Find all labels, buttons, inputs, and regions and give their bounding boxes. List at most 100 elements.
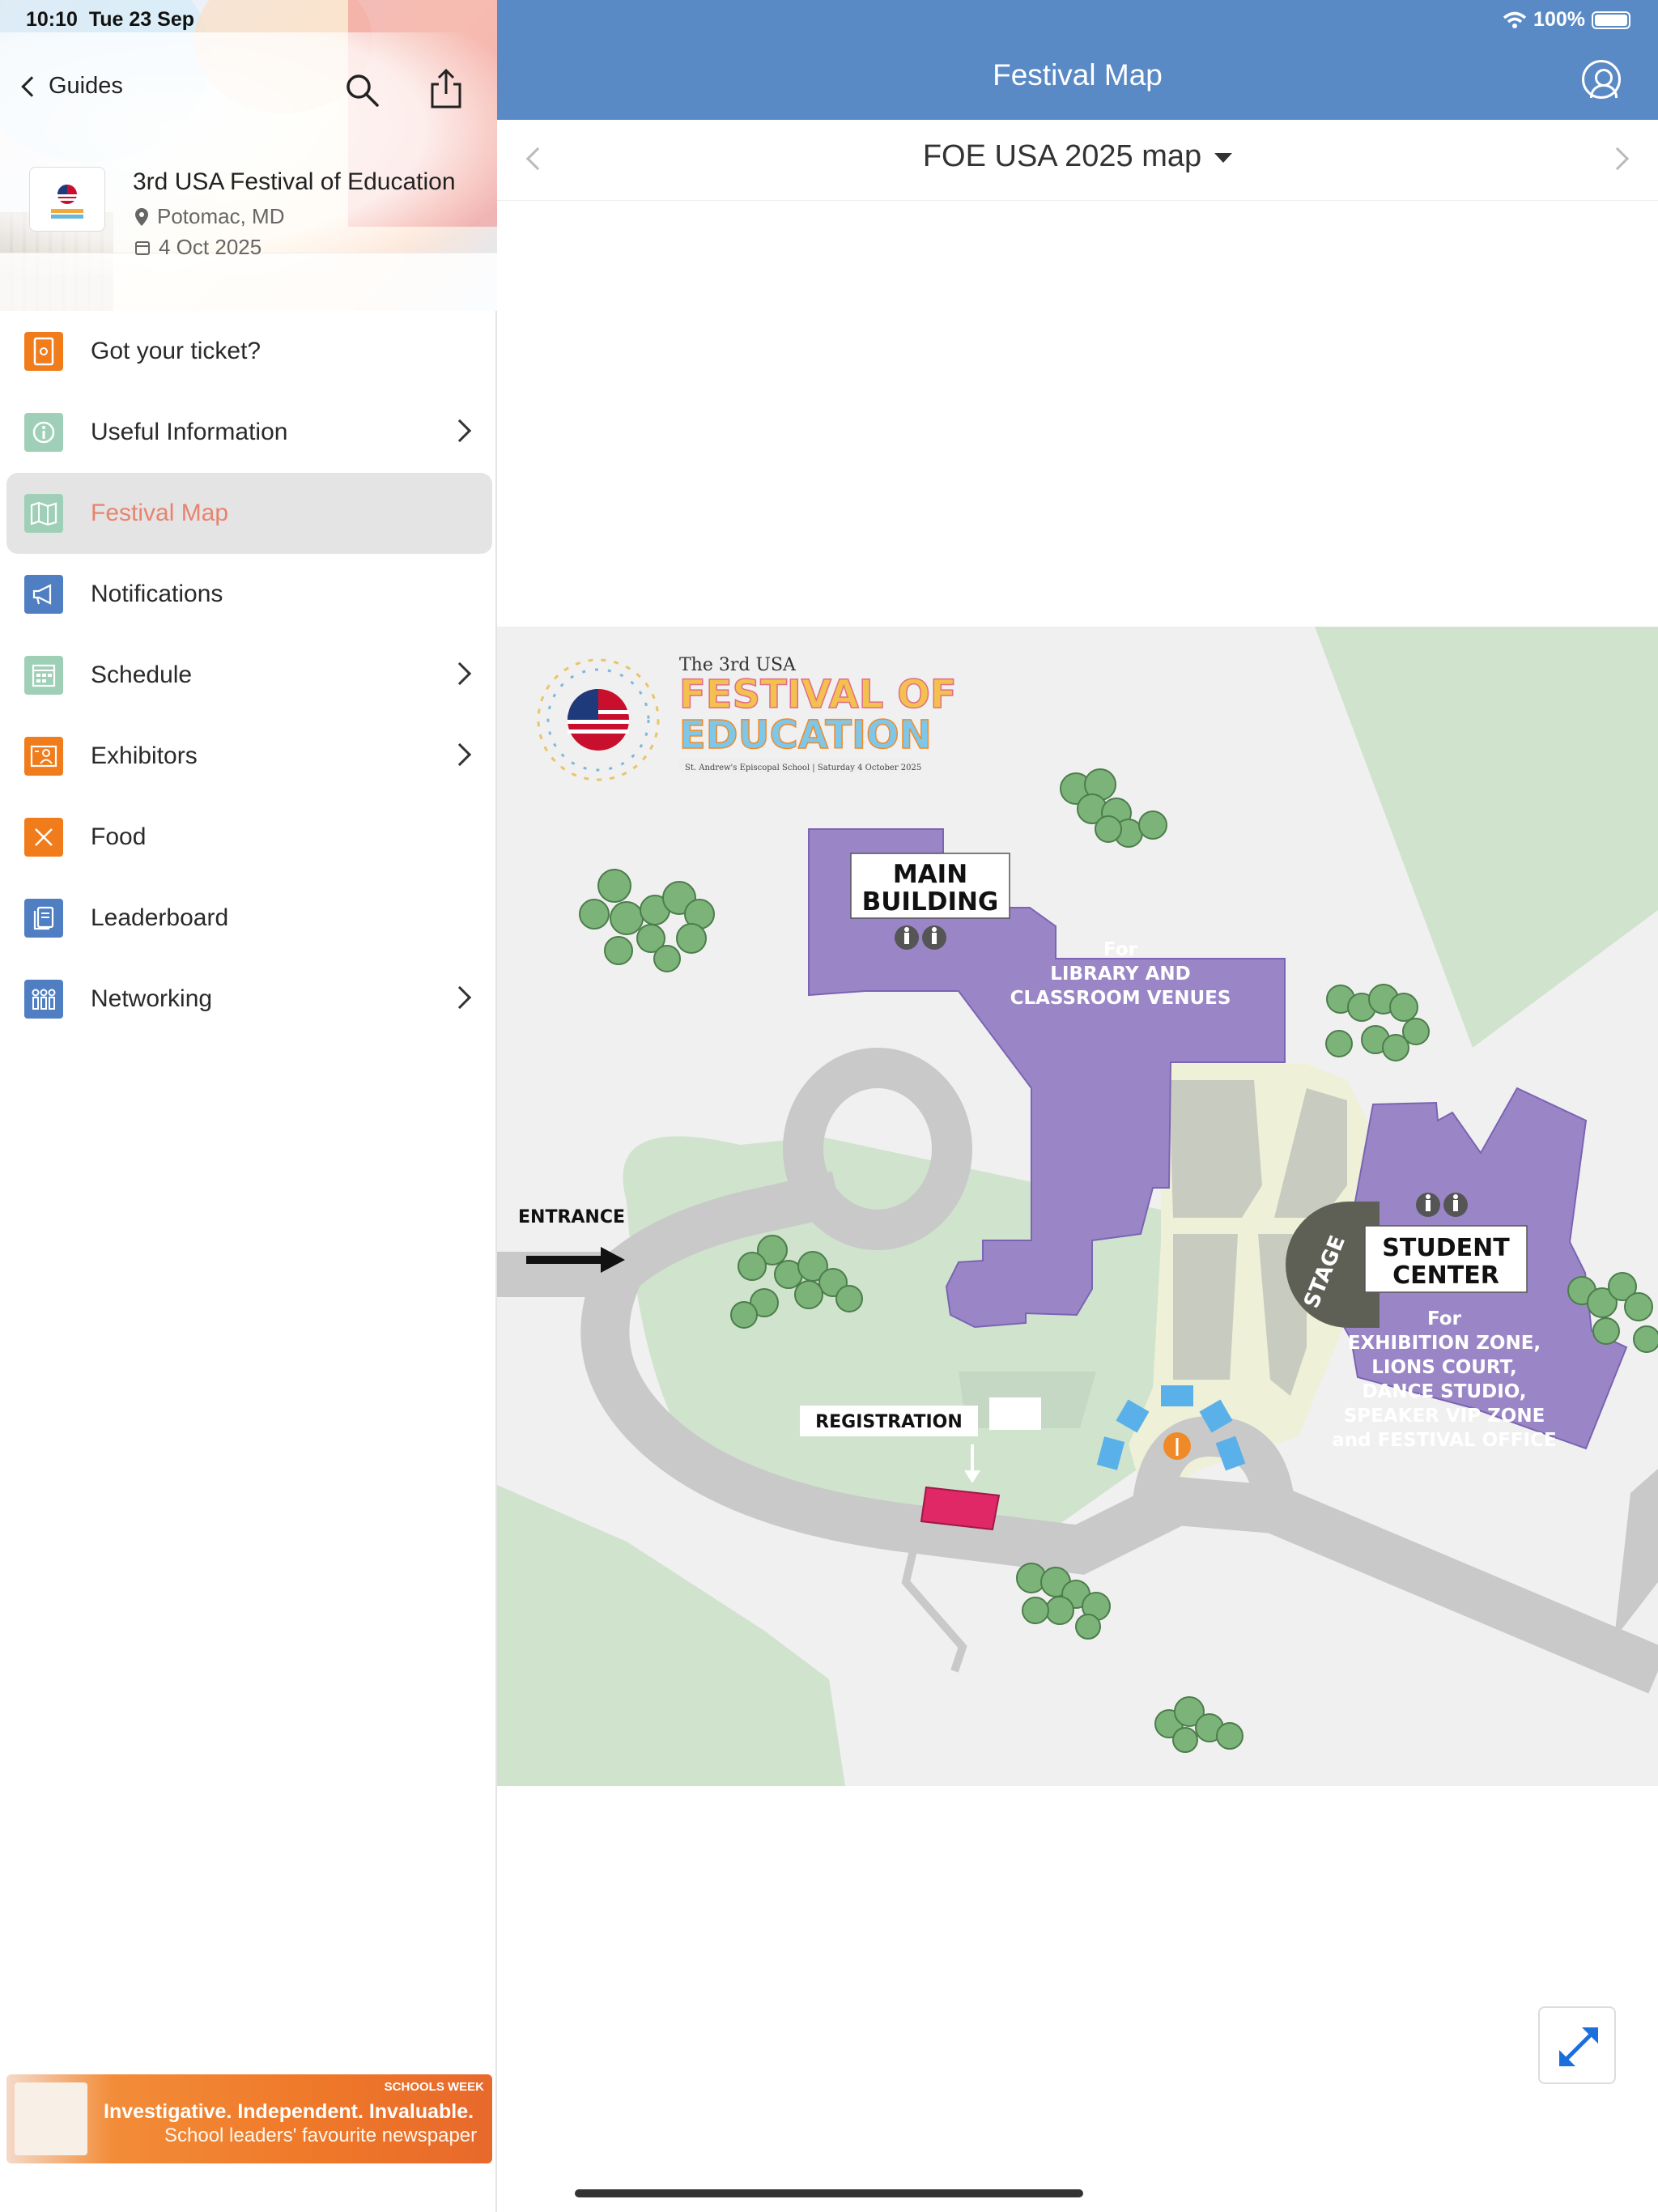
sidebar-item-label: Food: [91, 823, 147, 850]
event-logo: [29, 167, 105, 232]
sidebar-item-networking[interactable]: Networking: [0, 959, 497, 1040]
sidebar-menu: Got your ticket? Useful Information Fest…: [0, 311, 497, 1040]
main-building-label: MAIN: [893, 860, 967, 889]
student-center-purpose: LIONS COURT,: [1371, 1357, 1517, 1378]
chevron-right-icon: [448, 985, 472, 1010]
map-selector-bar: FOE USA 2025 map: [497, 120, 1658, 201]
main-panel: Festival Map FOE USA 2025 map STAGE The …: [497, 0, 1658, 2212]
student-center-purpose: EXHIBITION ZONE,: [1348, 1333, 1541, 1354]
logo-big-text-1: FESTIVAL OF: [679, 672, 957, 717]
sidebar-item-festival-map[interactable]: Festival Map: [0, 473, 497, 554]
student-center-label: STUDENT: [1382, 1234, 1510, 1262]
student-center-purpose: For: [1427, 1308, 1462, 1329]
sidebar-item-leaderboard[interactable]: Leaderboard: [0, 878, 497, 959]
caret-down-icon: [1214, 152, 1233, 163]
registration-tent: [989, 1397, 1041, 1430]
map-selector-label: FOE USA 2025 map: [922, 139, 1202, 173]
ticket-icon: [24, 332, 63, 371]
courtyard-lawn: [1173, 1234, 1238, 1380]
info-icon: [24, 413, 63, 452]
tree-cluster: [1060, 768, 1167, 848]
student-center-purpose: SPEAKER VIP ZONE: [1344, 1406, 1545, 1427]
home-indicator[interactable]: [575, 2189, 1083, 2197]
ad-tag: SCHOOLS WEEK: [384, 2080, 484, 2094]
exhibitors-icon: [24, 737, 63, 776]
sidebar-item-label: Leaderboard: [91, 904, 229, 931]
festival-logo: [537, 658, 660, 781]
location-pin-icon: [135, 207, 148, 226]
entrance-label: ENTRANCE: [518, 1207, 625, 1227]
calendar-small-icon: [135, 240, 150, 255]
student-center-purpose: DANCE STUDIO,: [1362, 1381, 1526, 1402]
map-canvas: STAGE The 3rd USA FESTIVAL OF EDUCATION …: [497, 627, 1658, 1786]
sidebar: Guides 3rd USA Festival of Education Pot…: [0, 0, 497, 2212]
main-building-purpose: For: [1103, 939, 1138, 960]
ad-subline: School leaders' favourite newspaper: [164, 2125, 478, 2146]
back-button[interactable]: Guides: [21, 73, 123, 100]
main-building-purpose: CLASSROOM VENUES: [1010, 988, 1231, 1009]
sidebar-item-food[interactable]: Food: [0, 797, 497, 878]
sidebar-item-notifications[interactable]: Notifications: [0, 554, 497, 635]
road: [1614, 1469, 1658, 1639]
tree-cluster: [579, 869, 715, 972]
battery-percent: 100%: [1533, 8, 1585, 31]
sidebar-item-label: Schedule: [91, 661, 193, 688]
logo-big-text-2: EDUCATION: [679, 713, 932, 758]
date-text: 4 Oct 2025: [159, 235, 262, 259]
event-title: 3rd USA Festival of Education: [133, 168, 456, 195]
main-building-purpose: LIBRARY AND: [1050, 963, 1191, 985]
chevron-right-icon: [448, 419, 472, 443]
event-banner: [0, 0, 497, 311]
chevron-right-icon: [448, 742, 472, 767]
profile-icon[interactable]: [1582, 60, 1621, 99]
back-label: Guides: [49, 73, 123, 99]
ad-logo: [15, 2082, 87, 2155]
sidebar-item-ticket[interactable]: Got your ticket?: [0, 311, 497, 392]
active-highlight: [6, 473, 492, 554]
map-icon: [24, 494, 63, 533]
status-bar: 10:10 Tue 23 Sep 100%: [0, 0, 1658, 40]
location-text: Potomac, MD: [157, 204, 285, 228]
sidebar-item-label: Festival Map: [91, 500, 229, 526]
sidebar-item-useful-information[interactable]: Useful Information: [0, 392, 497, 473]
expand-map-button[interactable]: [1538, 2006, 1616, 2084]
status-time: 10:10 Tue 23 Sep: [26, 8, 194, 32]
student-center-purpose: and FESTIVAL OFFICE: [1332, 1430, 1556, 1451]
logo-subtitle: St. Andrew's Episcopal School | Saturday…: [685, 764, 921, 772]
student-center-label: CENTER: [1392, 1261, 1499, 1290]
clock-text: 10:10: [26, 8, 78, 31]
page-title: Festival Map: [993, 58, 1163, 91]
search-icon[interactable]: [343, 71, 380, 108]
courtyard-lawn: [1169, 1080, 1262, 1218]
registration-booth: [920, 1486, 1001, 1531]
registration-label: REGISTRATION: [815, 1412, 963, 1432]
tree-cluster: [1016, 1563, 1111, 1640]
networking-icon: [24, 980, 63, 1019]
expand-icon: [1559, 2027, 1598, 2066]
food-icon: [24, 818, 63, 857]
sidebar-item-label: Useful Information: [91, 419, 288, 445]
sponsor-strip: [0, 253, 497, 311]
leaderboard-icon: [24, 899, 63, 938]
chevron-right-icon: [448, 661, 472, 686]
sidebar-item-exhibitors[interactable]: Exhibitors: [0, 716, 497, 797]
megaphone-icon: [24, 575, 63, 614]
chevron-left-icon: [21, 75, 42, 97]
share-icon[interactable]: [427, 68, 465, 110]
sidebar-item-label: Notifications: [91, 581, 223, 607]
event-location: Potomac, MD: [134, 204, 285, 229]
festival-map[interactable]: STAGE The 3rd USA FESTIVAL OF EDUCATION …: [497, 627, 1658, 1786]
wifi-icon: [1503, 11, 1527, 28]
sidebar-item-schedule[interactable]: Schedule: [0, 635, 497, 716]
status-right: 100%: [1503, 8, 1630, 32]
grass-area: [1315, 627, 1658, 1048]
sidebar-item-label: Exhibitors: [91, 742, 198, 769]
calendar-icon: [24, 656, 63, 695]
map-selector[interactable]: FOE USA 2025 map: [497, 139, 1658, 174]
main-building-label: BUILDING: [862, 887, 999, 917]
date-text: Tue 23 Sep: [88, 8, 194, 31]
event-date: 4 Oct 2025: [134, 235, 261, 260]
battery-icon: [1592, 11, 1630, 29]
tree-cluster: [1325, 984, 1430, 1061]
ad-banner[interactable]: SCHOOLS WEEK Investigative. Independent.…: [6, 2074, 492, 2163]
